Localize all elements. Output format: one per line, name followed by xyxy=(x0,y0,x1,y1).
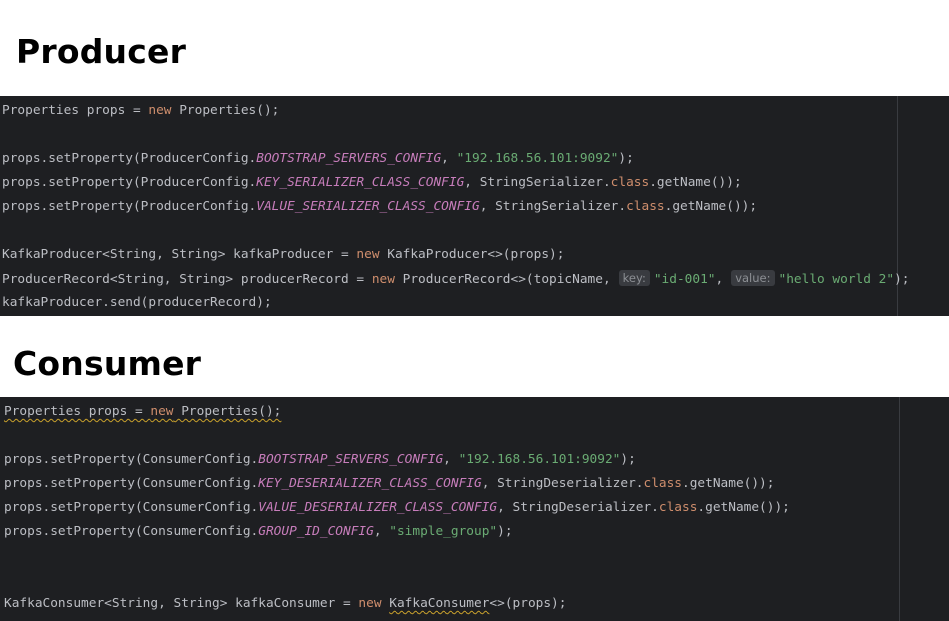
code-token: , StringDeserializer. xyxy=(481,476,644,491)
keyword-token: new xyxy=(358,596,382,611)
string-literal-token: "192.168.56.101:9092" xyxy=(458,452,621,467)
constant-field-token: BOOTSTRAP_SERVERS_CONFIG xyxy=(256,151,442,166)
code-token: props.setProperty(ConsumerConfig. xyxy=(4,452,259,467)
code-line[interactable]: kafkaProducer.send(producerRecord); xyxy=(2,294,272,312)
code-token: , StringDeserializer. xyxy=(497,500,659,515)
code-token: , xyxy=(441,151,457,166)
constant-field-token: GROUP_ID_CONFIG xyxy=(258,524,374,539)
code-token: <>(props); xyxy=(489,596,567,611)
code-line[interactable]: Properties props = new Properties(); xyxy=(2,102,279,120)
producer-heading: Producer xyxy=(16,32,187,71)
constant-field-token: BOOTSTRAP_SERVERS_CONFIG xyxy=(258,452,444,467)
code-token: .getName()); xyxy=(664,199,758,214)
code-token: ); xyxy=(497,524,513,539)
code-token: props.setProperty(ProducerConfig. xyxy=(2,199,257,214)
inlay-parameter-hint: key: xyxy=(618,270,650,286)
constant-field-token: KEY_DESERIALIZER_CLASS_CONFIG xyxy=(258,476,482,491)
code-token: ProducerRecord<String, String> producerR… xyxy=(2,272,372,287)
code-token: .getName()); xyxy=(682,476,775,491)
code-line[interactable]: props.setProperty(ProducerConfig.VALUE_S… xyxy=(2,198,757,216)
code-token: , xyxy=(373,524,390,539)
keyword-token: class xyxy=(626,199,665,214)
keyword-token: class xyxy=(610,175,650,190)
code-token: , StringSerializer. xyxy=(479,199,627,214)
code-line[interactable]: KafkaConsumer<String, String> kafkaConsu… xyxy=(4,595,566,613)
keyword-token: new xyxy=(150,404,174,419)
constant-field-token: VALUE_DESERIALIZER_CLASS_CONFIG xyxy=(258,500,498,515)
code-token: KafkaConsumer<String, String> kafkaConsu… xyxy=(4,596,359,611)
code-token: , xyxy=(715,272,724,287)
string-literal-token: "id-001" xyxy=(653,272,716,287)
code-token: , xyxy=(443,452,459,467)
code-token: , StringSerializer. xyxy=(464,175,611,190)
code-line[interactable]: KafkaProducer<String, String> kafkaProdu… xyxy=(2,246,564,264)
string-literal-token: "simple_group" xyxy=(389,524,498,539)
code-line[interactable]: props.setProperty(ConsumerConfig.GROUP_I… xyxy=(4,523,513,541)
keyword-token: new xyxy=(356,247,380,262)
code-line[interactable]: props.setProperty(ConsumerConfig.VALUE_D… xyxy=(4,499,790,517)
code-line[interactable]: props.setProperty(ProducerConfig.BOOTSTR… xyxy=(2,150,634,168)
code-token: .getName()); xyxy=(649,175,742,190)
code-token: props.setProperty(ConsumerConfig. xyxy=(4,500,259,515)
consumer-heading: Consumer xyxy=(13,344,202,383)
keyword-token: class xyxy=(658,500,698,515)
keyword-token: new xyxy=(148,103,172,118)
code-token: props.setProperty(ProducerConfig. xyxy=(2,175,257,190)
code-line[interactable]: props.setProperty(ProducerConfig.KEY_SER… xyxy=(2,174,742,192)
keyword-token: new xyxy=(371,272,395,287)
right-margin-guide xyxy=(899,397,900,621)
code-token: KafkaProducer<String, String> kafkaProdu… xyxy=(2,247,357,262)
constant-field-token: VALUE_SERIALIZER_CLASS_CONFIG xyxy=(256,199,480,214)
code-token: Properties props = xyxy=(2,103,149,118)
keyword-token: class xyxy=(643,476,683,491)
code-token: .getName()); xyxy=(697,500,790,515)
constant-field-token: KEY_SERIALIZER_CLASS_CONFIG xyxy=(256,175,465,190)
inlay-parameter-hint: value: xyxy=(731,270,775,286)
code-token: ProducerRecord<>(topicName, xyxy=(394,272,611,287)
code-token: kafkaProducer.send(producerRecord); xyxy=(2,295,272,310)
code-token: Properties(); xyxy=(173,404,282,419)
code-line[interactable]: ProducerRecord<String, String> producerR… xyxy=(2,270,910,288)
code-token: ); xyxy=(620,452,636,467)
code-line[interactable]: props.setProperty(ConsumerConfig.BOOTSTR… xyxy=(4,451,636,469)
code-token: props.setProperty(ConsumerConfig. xyxy=(4,524,259,539)
code-token: props.setProperty(ProducerConfig. xyxy=(2,151,257,166)
string-literal-token: "192.168.56.101:9092" xyxy=(456,151,619,166)
code-token: ); xyxy=(618,151,634,166)
code-token: ); xyxy=(894,272,910,287)
string-literal-token: "hello world 2" xyxy=(778,272,895,287)
code-token: props.setProperty(ConsumerConfig. xyxy=(4,476,259,491)
code-line[interactable]: props.setProperty(ConsumerConfig.KEY_DES… xyxy=(4,475,774,493)
code-token: KafkaProducer<>(props); xyxy=(379,247,565,262)
code-token: Properties(); xyxy=(171,103,280,118)
code-token: Properties props = xyxy=(4,404,151,419)
code-line[interactable]: Properties props = new Properties(); xyxy=(4,403,281,421)
code-token: KafkaConsumer xyxy=(389,596,490,611)
producer-code-editor[interactable]: Properties props = new Properties(); prop… xyxy=(0,96,949,316)
consumer-code-editor[interactable]: Properties props = new Properties(); prop… xyxy=(0,397,949,621)
